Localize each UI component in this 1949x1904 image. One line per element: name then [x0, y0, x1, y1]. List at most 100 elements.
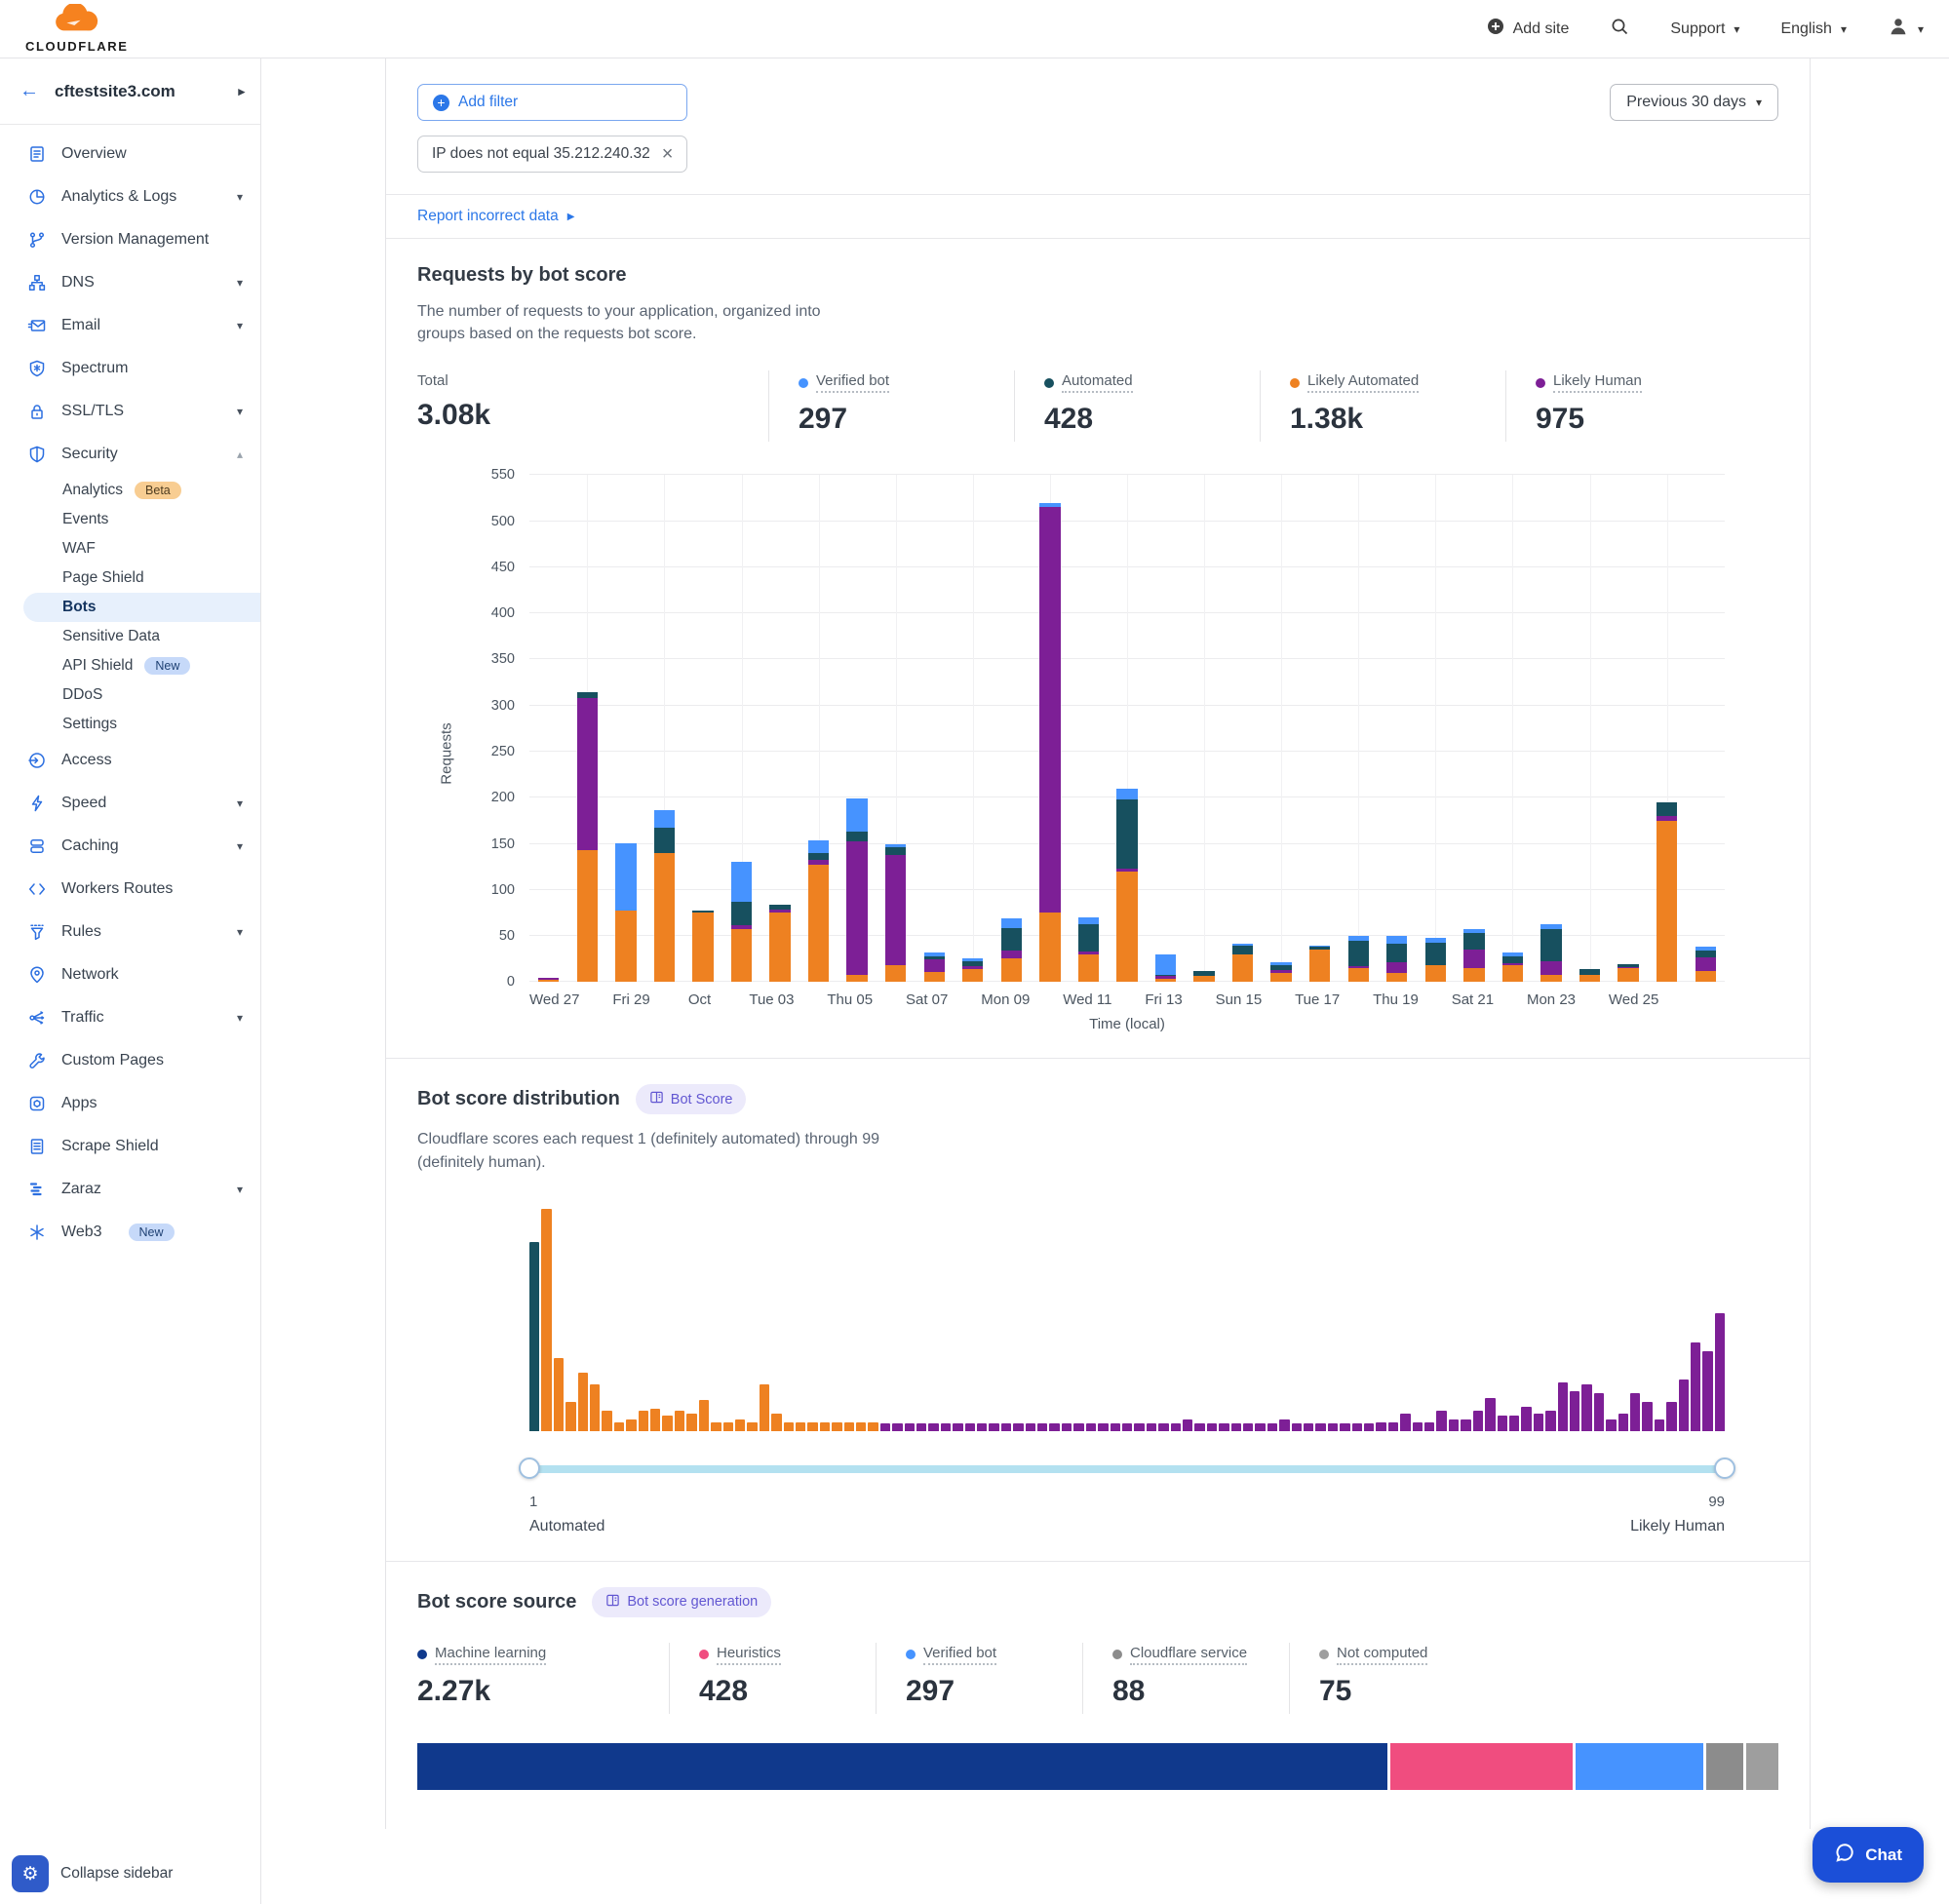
sidebar-item-dns[interactable]: DNS▾	[0, 261, 260, 304]
stacked-bar[interactable]	[1232, 944, 1253, 983]
slider-track[interactable]	[529, 1465, 1725, 1473]
sidebar-item-sensitive-data[interactable]: Sensitive Data	[0, 622, 260, 651]
chat-button[interactable]: Chat	[1813, 1827, 1924, 1883]
stacked-bar[interactable]	[692, 911, 713, 983]
y-tick-label: 450	[464, 560, 515, 575]
stacked-bar[interactable]	[1579, 969, 1600, 982]
stacked-bar[interactable]	[1309, 946, 1330, 983]
stacked-bar[interactable]	[654, 810, 675, 983]
funnel-icon	[27, 922, 47, 942]
sidebar-item-analytics[interactable]: AnalyticsBeta	[0, 476, 260, 505]
stacked-bar[interactable]	[538, 978, 559, 983]
back-arrow-icon[interactable]: ←	[19, 80, 39, 102]
sidebar-item-label: SSL/TLS	[61, 403, 124, 420]
stacked-bar[interactable]	[577, 692, 598, 983]
sidebar-item-bots[interactable]: Bots	[23, 593, 260, 622]
sidebar-item-scrape-shield[interactable]: Scrape Shield	[0, 1125, 260, 1168]
sidebar-item-page-shield[interactable]: Page Shield	[0, 563, 260, 593]
x-tick-label: Wed 25	[1609, 991, 1658, 1008]
settings-gear-button[interactable]: ⚙	[12, 1855, 49, 1892]
stacked-bar[interactable]	[1116, 789, 1137, 983]
sidebar-item-traffic[interactable]: Traffic▾	[0, 996, 260, 1039]
slider-handle-min[interactable]	[519, 1457, 540, 1479]
cloudflare-logo[interactable]: CLOUDFLARE	[25, 4, 129, 54]
stacked-bar[interactable]	[1386, 936, 1407, 982]
stacked-bar[interactable]	[1696, 947, 1716, 982]
sidebar-item-web3[interactable]: Web3New	[0, 1211, 260, 1254]
stacked-bar[interactable]	[1540, 924, 1561, 983]
add-filter-button[interactable]: + Add filter	[417, 84, 687, 121]
sidebar-item-settings[interactable]: Settings	[0, 710, 260, 739]
sidebar-item-security[interactable]: Security▴	[0, 433, 260, 476]
search-button[interactable]	[1610, 17, 1629, 41]
stacked-bar[interactable]	[1425, 938, 1446, 982]
sidebar-item-caching[interactable]: Caching▾	[0, 825, 260, 868]
histogram-bar	[1231, 1423, 1241, 1431]
sidebar-item-email[interactable]: Email▾	[0, 304, 260, 347]
sidebar-item-custom-pages[interactable]: Custom Pages	[0, 1039, 260, 1082]
add-site-button[interactable]: Add site	[1487, 18, 1570, 40]
stacked-bar[interactable]	[1001, 918, 1022, 982]
filter-chip[interactable]: IP does not equal 35.212.240.32 ×	[417, 136, 687, 173]
stacked-bar[interactable]	[808, 840, 829, 983]
stacked-bar[interactable]	[615, 843, 636, 983]
sidebar-item-ssl-tls[interactable]: SSL/TLS▾	[0, 390, 260, 433]
sidebar-item-analytics-logs[interactable]: Analytics & Logs▾	[0, 175, 260, 218]
histogram-bar	[1207, 1423, 1217, 1431]
account-menu[interactable]: ▾	[1888, 16, 1924, 42]
histogram-bar	[1424, 1422, 1434, 1431]
stacked-bar[interactable]	[1657, 802, 1677, 982]
support-menu[interactable]: Support ▾	[1670, 20, 1739, 38]
stacked-bar[interactable]	[1039, 503, 1060, 983]
x-tick-label	[1112, 991, 1146, 1008]
sidebar-item-overview[interactable]: Overview	[0, 133, 260, 175]
bar-slot	[606, 475, 645, 982]
date-range-dropdown[interactable]: Previous 30 days ▾	[1610, 84, 1778, 121]
y-tick-label: 100	[464, 882, 515, 898]
sidebar-item-speed[interactable]: Speed▾	[0, 782, 260, 825]
stacked-bar[interactable]	[1618, 964, 1638, 983]
close-icon[interactable]: ×	[662, 146, 674, 162]
sidebar-item-rules[interactable]: Rules▾	[0, 911, 260, 953]
sidebar-item-zaraz[interactable]: Zaraz▾	[0, 1168, 260, 1211]
stacked-bar[interactable]	[924, 952, 945, 982]
sidebar-item-version-management[interactable]: Version Management	[0, 218, 260, 261]
stacked-bar[interactable]	[731, 862, 752, 983]
sidebar-item-spectrum[interactable]: Spectrum	[0, 347, 260, 390]
stacked-bar[interactable]	[1078, 917, 1099, 982]
bar-slot	[1108, 475, 1147, 982]
legend-dot	[799, 378, 808, 388]
sidebar-item-events[interactable]: Events	[0, 505, 260, 534]
histogram-bar	[1111, 1423, 1120, 1431]
sidebar-item-waf[interactable]: WAF	[0, 534, 260, 563]
stacked-bar[interactable]	[1463, 929, 1484, 983]
collapse-sidebar-button[interactable]: Collapse sidebar	[60, 1865, 173, 1883]
sidebar-item-access[interactable]: Access	[0, 739, 260, 782]
stacked-bar[interactable]	[846, 798, 867, 982]
stacked-bar[interactable]	[1348, 936, 1369, 982]
language-menu[interactable]: English ▾	[1780, 20, 1847, 38]
stacked-bar[interactable]	[1502, 952, 1523, 982]
report-incorrect-data-link[interactable]: Report incorrect data ▶	[417, 208, 574, 225]
sidebar-item-network[interactable]: Network	[0, 953, 260, 996]
sidebar-item-label: Zaraz	[61, 1181, 101, 1198]
stacked-bar[interactable]	[769, 905, 790, 982]
stacked-bar[interactable]	[1155, 954, 1176, 982]
stacked-bar[interactable]	[1193, 971, 1214, 982]
sidebar-item-api-shield[interactable]: API ShieldNew	[0, 651, 260, 680]
sidebar-item-ddos[interactable]: DDoS	[0, 680, 260, 710]
site-selector[interactable]: ← cftestsite3.com ▸	[0, 58, 260, 125]
stacked-bar[interactable]	[885, 844, 906, 983]
sidebar-item-workers-routes[interactable]: Workers Routes	[0, 868, 260, 911]
stacked-bar[interactable]	[1270, 962, 1291, 983]
bar-slot	[838, 475, 877, 982]
bar-segment-likely-automated	[1348, 968, 1369, 982]
stacked-bar[interactable]	[962, 958, 983, 983]
bot-score-badge[interactable]: Bot Score	[636, 1084, 747, 1114]
stat-value: 3.08k	[417, 399, 745, 432]
slider-handle-max[interactable]	[1714, 1457, 1735, 1479]
histogram-bar	[1183, 1419, 1192, 1430]
bot-score-generation-badge[interactable]: Bot score generation	[592, 1587, 771, 1617]
y-tick-label: 400	[464, 605, 515, 621]
sidebar-item-apps[interactable]: Apps	[0, 1082, 260, 1125]
